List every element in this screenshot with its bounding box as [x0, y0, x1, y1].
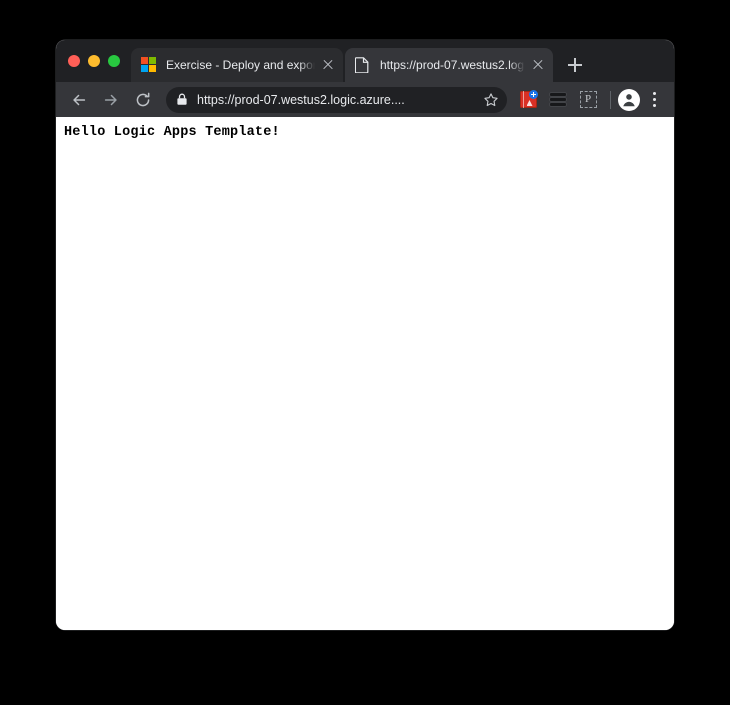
more-menu-icon[interactable] [642, 87, 666, 113]
window-minimize-button[interactable] [88, 55, 100, 67]
p-extension-label: P [579, 91, 597, 108]
tab-close-icon[interactable] [529, 56, 547, 74]
page-heading: Hello Logic Apps Template! [64, 125, 280, 140]
page-content: Hello Logic Apps Template! [56, 117, 674, 630]
document-icon [355, 57, 371, 73]
star-icon[interactable] [479, 88, 503, 112]
window-controls [56, 40, 131, 82]
lock-icon[interactable] [176, 93, 188, 107]
tab-close-icon[interactable] [319, 56, 337, 74]
new-tab-button[interactable] [561, 51, 589, 79]
tab-exercise[interactable]: Exercise - Deploy and export [131, 48, 343, 82]
tab-title: Exercise - Deploy and export [166, 58, 315, 72]
plus-badge-icon [529, 89, 538, 99]
tab-title: https://prod-07.westus2.logi [380, 58, 525, 72]
window-maximize-button[interactable] [108, 55, 120, 67]
tab-logic-app[interactable]: https://prod-07.westus2.logi [345, 48, 553, 82]
forward-button[interactable] [98, 87, 124, 113]
back-button[interactable] [66, 87, 92, 113]
reload-button[interactable] [130, 87, 156, 113]
browser-window: Exercise - Deploy and export https://pro… [56, 40, 674, 630]
red-extension-icon[interactable] [515, 87, 541, 113]
layers-extension-icon[interactable] [545, 87, 571, 113]
address-bar[interactable]: https://prod-07.westus2.logic.azure.... [166, 86, 507, 113]
microsoft-logo-icon [141, 57, 157, 73]
browser-toolbar: https://prod-07.westus2.logic.azure.... … [56, 82, 674, 117]
avatar[interactable] [618, 88, 640, 111]
toolbar-divider [610, 90, 611, 109]
window-close-button[interactable] [68, 55, 80, 67]
url-text[interactable]: https://prod-07.westus2.logic.azure.... [197, 93, 479, 107]
p-extension-icon[interactable]: P [575, 87, 601, 113]
tab-strip: Exercise - Deploy and export https://pro… [56, 40, 674, 82]
